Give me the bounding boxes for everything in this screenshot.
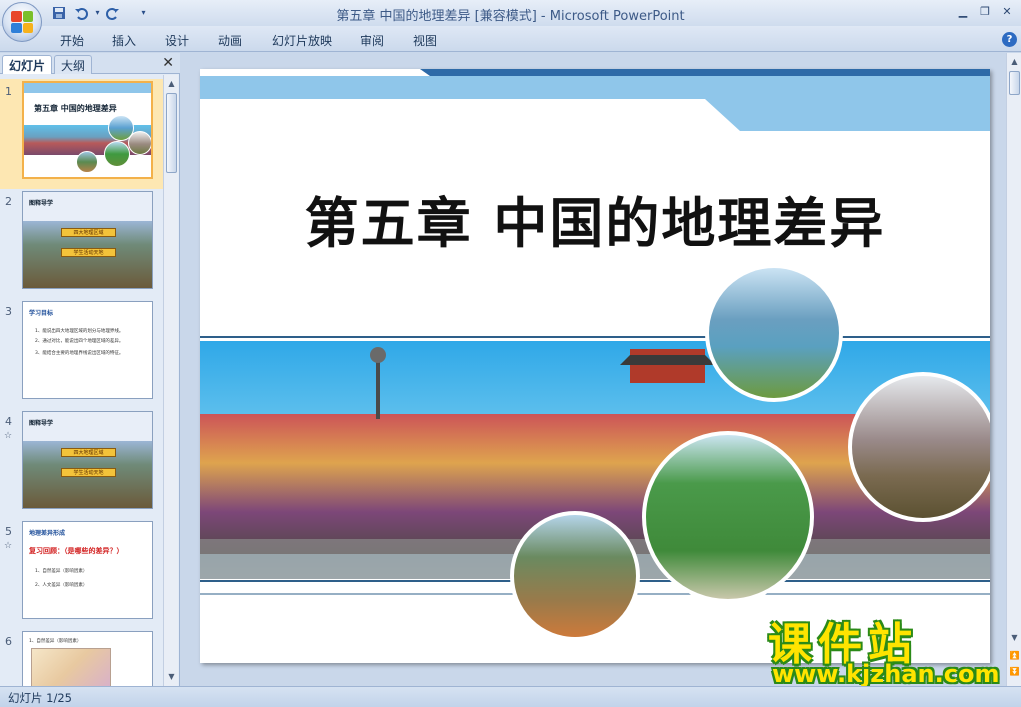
thumbnail-row[interactable]: 5 ☆ 地理差异形成 复习回顾：（是哪些的差异？） 1、自然差异（影响因素） 2…	[0, 519, 163, 629]
thumbnail-button: 学生活动天地	[61, 248, 116, 257]
scroll-up-icon[interactable]: ▲	[1008, 55, 1021, 69]
thumbnail-button: 学生活动天地	[61, 468, 116, 477]
tab-slides[interactable]: 幻灯片	[2, 55, 53, 74]
thumbnail-title: 地理差异形成	[29, 530, 66, 537]
slide-thumbnail[interactable]: 图释导学 四大地理区域 学生活动天地	[22, 411, 153, 509]
tab-review[interactable]: 审阅	[360, 32, 384, 49]
thumbnail-red-text: 复习回顾：（是哪些的差异？）	[29, 547, 124, 555]
slide-background	[200, 69, 990, 641]
slide-editor: 第五章 中国的地理差异	[181, 53, 1007, 686]
scroll-thumb[interactable]	[166, 93, 177, 173]
thumbnail-title: 学习目标	[29, 310, 54, 317]
site-watermark: 课件站 www.kjzhan.com	[768, 608, 1008, 690]
ribbon-tabs: 开始 插入 设计 动画 幻灯片放映 审阅 视图 ?	[0, 26, 1021, 52]
watermark-url: www.kjzhan.com	[772, 660, 1000, 688]
close-window-icon[interactable]: ✕	[996, 3, 1018, 21]
slide-number: 6	[5, 635, 12, 648]
slide-number: 4	[5, 415, 12, 428]
animation-star-icon: ☆	[4, 431, 13, 441]
thumbnail-title: 第五章 中国的地理差异	[34, 104, 117, 113]
office-logo-icon	[11, 11, 33, 33]
office-button[interactable]	[2, 2, 42, 42]
restore-icon[interactable]: ❐	[974, 3, 996, 21]
slide-canvas[interactable]: 第五章 中国的地理差异	[200, 69, 990, 663]
scroll-down-icon[interactable]: ▼	[1008, 631, 1021, 645]
slide-number: 3	[5, 305, 12, 318]
animation-star-icon: ☆	[4, 541, 13, 551]
tab-view[interactable]: 视图	[413, 32, 437, 49]
slide-title[interactable]: 第五章 中国的地理差异	[200, 179, 990, 258]
thumbnail-text: 2、人文差异（影响因素）	[35, 583, 88, 588]
thumbnail-button: 四大地理区域	[61, 448, 116, 457]
slides-pane: 幻灯片 大纲 ✕ 1 第五章 中国的地理差异 2 图释导学 四大地理区域 学生活	[0, 53, 180, 686]
slide-thumbnail[interactable]: 图释导学 四大地理区域 学生活动天地	[22, 191, 153, 289]
thumbnail-text: 1、能说出四大地理区域的划分与地理界线。	[35, 329, 124, 334]
scroll-up-icon[interactable]: ▲	[165, 77, 178, 91]
slide-counter: 幻灯片 1/25	[8, 691, 72, 705]
slide-thumbnails: 1 第五章 中国的地理差异 2 图释导学 四大地理区域 学生活动天地 3 学习目…	[0, 75, 163, 686]
window-title: 第五章 中国的地理差异 [兼容模式] - Microsoft PowerPoin…	[336, 9, 685, 24]
thumbnail-row[interactable]: 6 1、自然差异（影响因素）	[0, 629, 163, 686]
thumbnail-title: 图释导学	[29, 420, 54, 427]
editor-vertical-scrollbar[interactable]: ▲ ▼ ⏫ ⏬	[1006, 53, 1021, 686]
thumbnail-text: 1、自然差异（影响因素）	[29, 639, 82, 644]
slide-number: 1	[5, 85, 12, 98]
map-image	[31, 648, 111, 686]
tab-insert[interactable]: 插入	[112, 32, 136, 49]
thumbnail-scrollbar[interactable]: ▲ ▼	[163, 75, 178, 686]
thumbnail-row[interactable]: 2 图释导学 四大地理区域 学生活动天地	[0, 189, 163, 299]
slide-thumbnail[interactable]: 第五章 中国的地理差异	[22, 81, 153, 179]
thumbnail-button: 四大地理区域	[61, 228, 116, 237]
slide-number: 5	[5, 525, 12, 538]
minimize-icon[interactable]: ▁	[952, 3, 974, 21]
thumbnail-title: 图释导学	[29, 200, 54, 207]
tab-home[interactable]: 开始	[60, 32, 84, 49]
scroll-down-icon[interactable]: ▼	[165, 670, 178, 684]
slide-thumbnail[interactable]: 地理差异形成 复习回顾：（是哪些的差异？） 1、自然差异（影响因素） 2、人文差…	[22, 521, 153, 619]
previous-slide-icon[interactable]: ⏫	[1008, 649, 1021, 663]
tab-outline[interactable]: 大纲	[54, 55, 93, 74]
thumbnail-row[interactable]: 1 第五章 中国的地理差异	[0, 79, 163, 189]
scroll-thumb[interactable]	[1009, 71, 1020, 95]
help-icon[interactable]: ?	[1002, 32, 1017, 47]
thumbnail-text: 1、自然差异（影响因素）	[35, 569, 88, 574]
thumbnail-row[interactable]: 4 ☆ 图释导学 四大地理区域 学生活动天地	[0, 409, 163, 519]
tab-design[interactable]: 设计	[165, 32, 189, 49]
slide-thumbnail[interactable]: 1、自然差异（影响因素）	[22, 631, 153, 686]
thumbnail-text: 3、能结合主要的地理界线说出区域的特征。	[35, 351, 124, 356]
slide-thumbnail[interactable]: 学习目标 1、能说出四大地理区域的划分与地理界线。 2、通过对比，能说出四个地理…	[22, 301, 153, 399]
tab-slideshow[interactable]: 幻灯片放映	[272, 32, 332, 49]
slide-number: 2	[5, 195, 12, 208]
status-bar: 幻灯片 1/25	[0, 686, 1021, 707]
tab-animation[interactable]: 动画	[218, 32, 242, 49]
thumbnail-row[interactable]: 3 学习目标 1、能说出四大地理区域的划分与地理界线。 2、通过对比，能说出四个…	[0, 299, 163, 409]
thumbnail-text: 2、通过对比，能说出四个地理区域的差异。	[35, 339, 124, 344]
close-icon[interactable]: ✕	[162, 55, 174, 71]
next-slide-icon[interactable]: ⏬	[1008, 665, 1021, 679]
pane-tabs: 幻灯片 大纲 ✕	[0, 53, 180, 74]
title-bar: ▾ ▾ 第五章 中国的地理差异 [兼容模式] - Microsoft Power…	[0, 0, 1021, 26]
